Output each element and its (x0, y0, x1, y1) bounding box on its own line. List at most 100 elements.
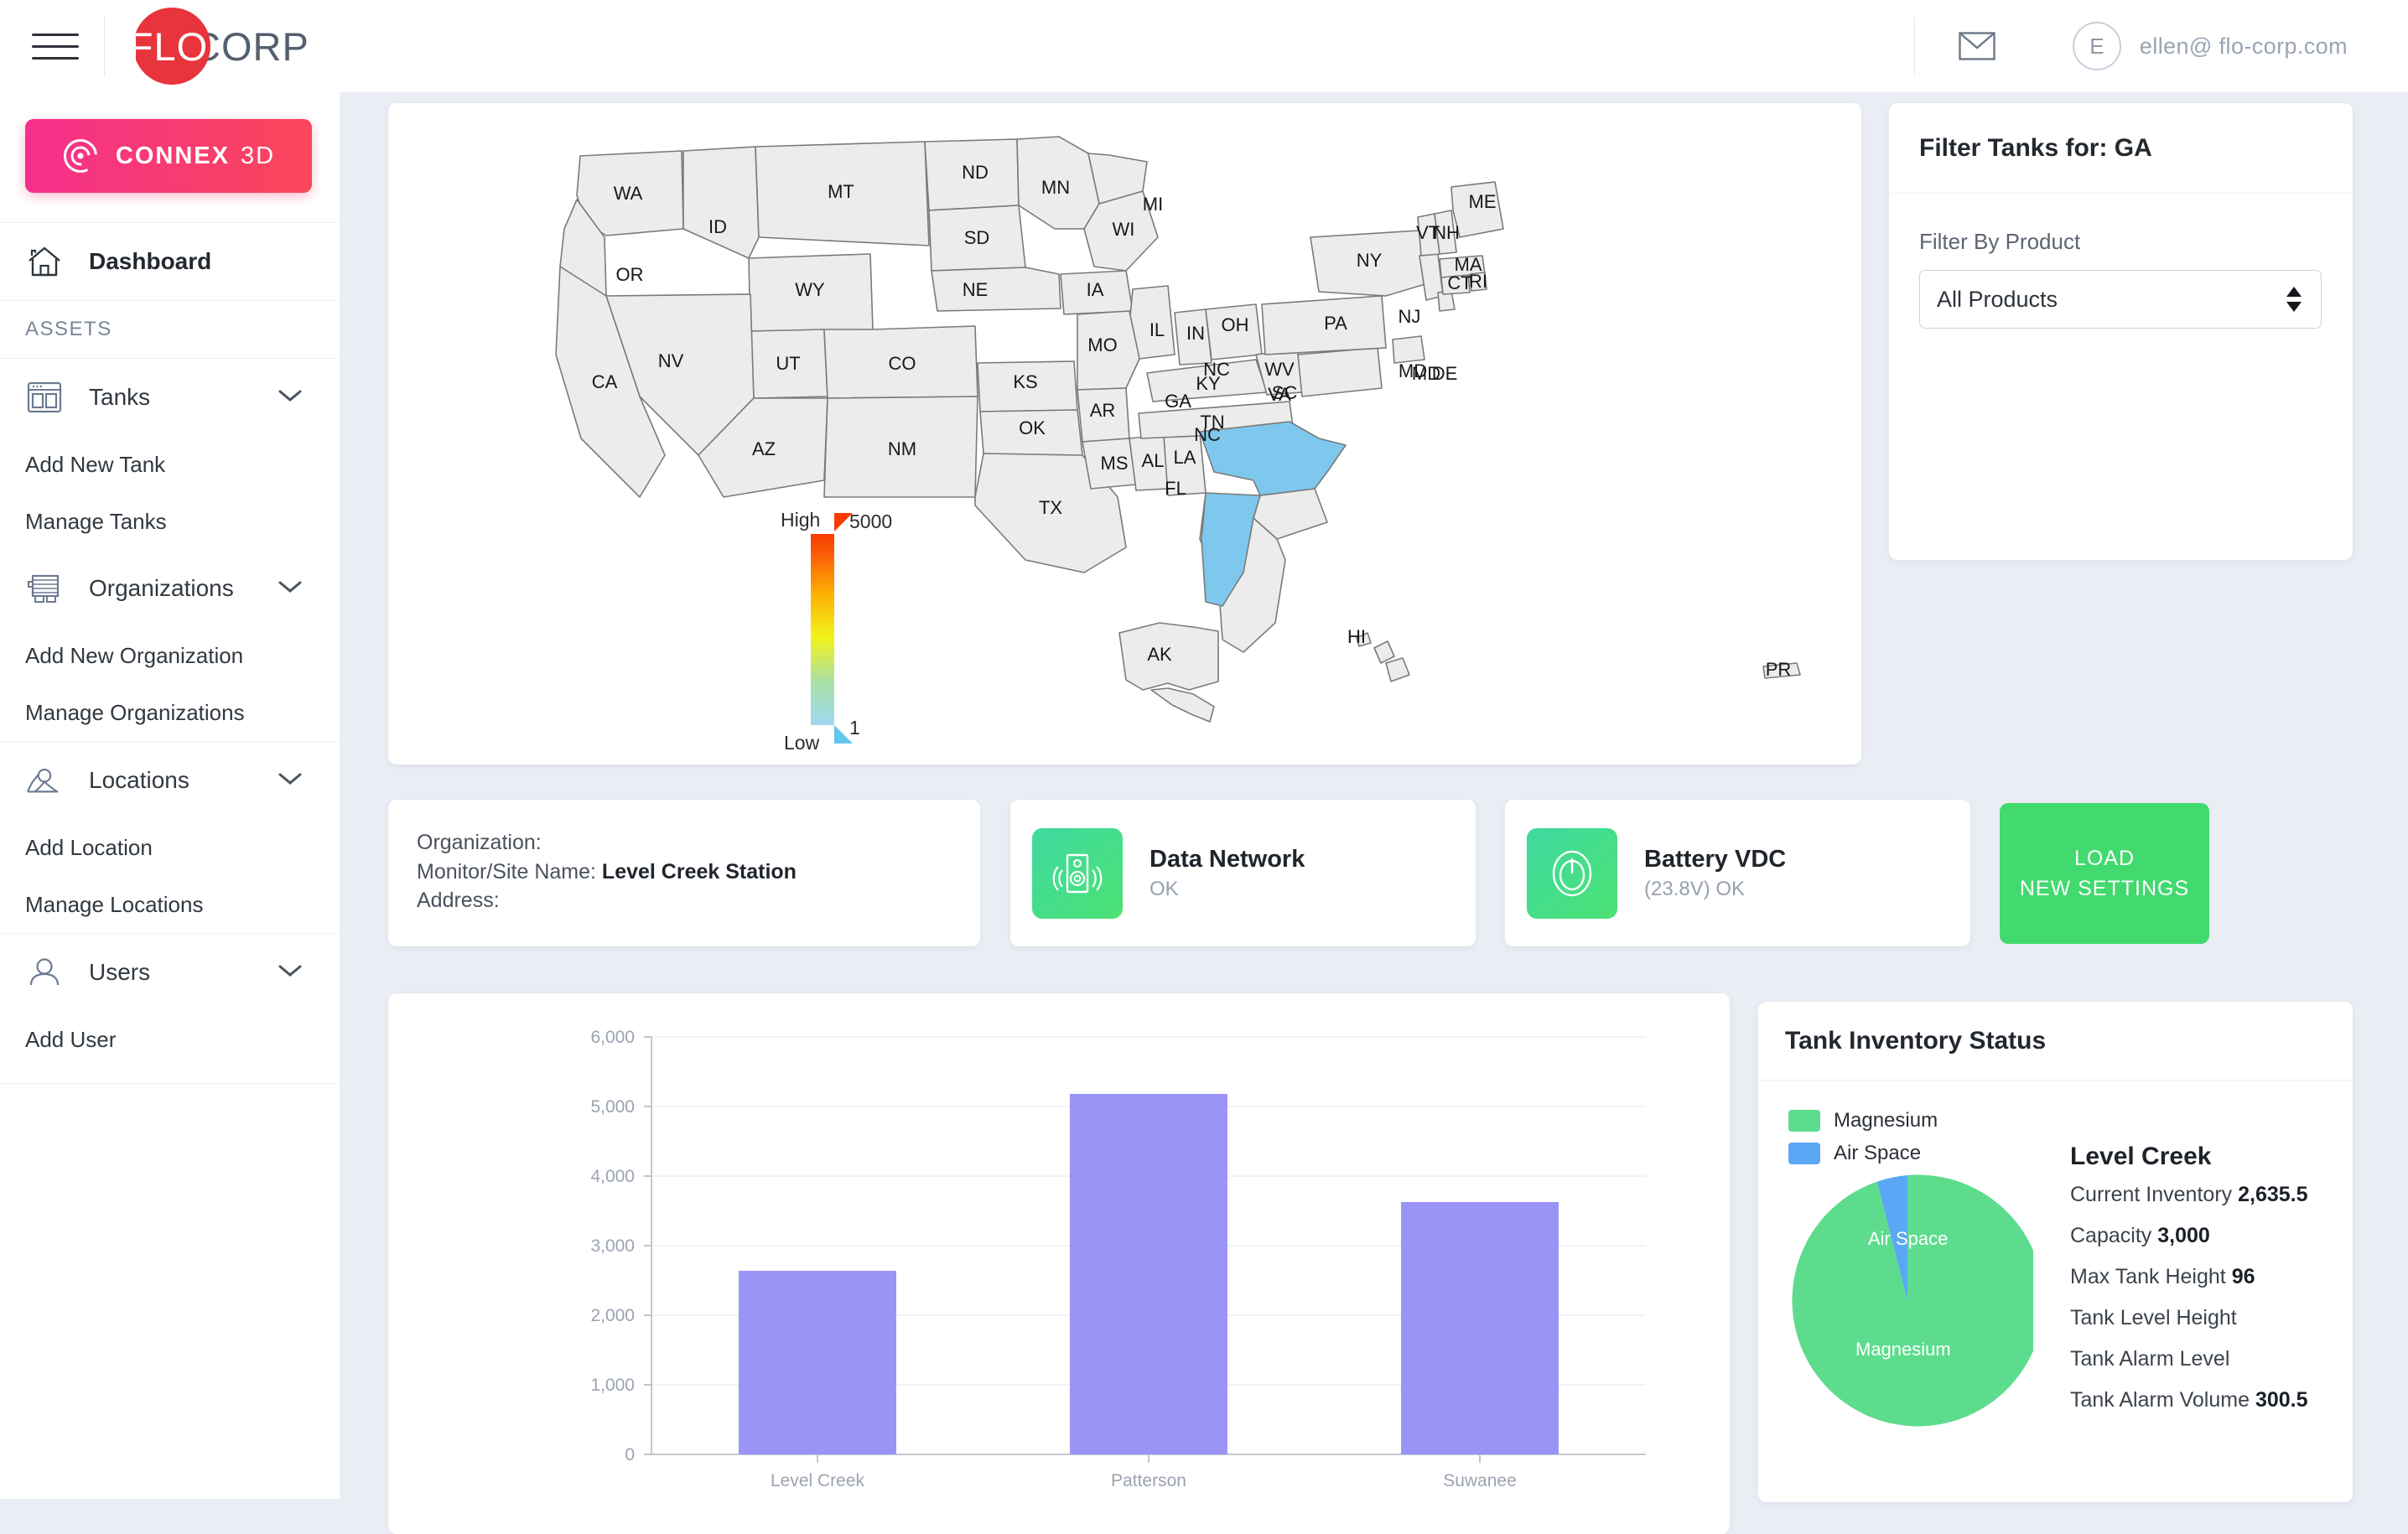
data-network-icon (1032, 828, 1123, 919)
chevron-down-icon[interactable] (278, 963, 303, 982)
svg-text:TX: TX (1039, 497, 1062, 518)
hamburger-icon[interactable] (32, 26, 79, 66)
legend-gradient-bar (811, 534, 834, 725)
svg-text:AR: AR (1090, 400, 1116, 421)
organization-card: Organization: Monitor/Site Name: Level C… (388, 800, 980, 946)
sidebar-item-organizations[interactable]: Organizations (0, 550, 340, 627)
svg-text:AL: AL (1142, 450, 1165, 471)
svg-text:AK: AK (1147, 644, 1172, 665)
filter-panel-title: Filter Tanks for: GA (1919, 134, 2152, 163)
spinner-arrows-icon[interactable] (2286, 287, 2302, 312)
svg-text:UT: UT (776, 353, 800, 374)
sidebar-subitem-manage-locations[interactable]: Manage Locations (0, 876, 340, 933)
app-logo[interactable]: FLO CORP (133, 8, 309, 85)
stat-label: Current Inventory (2070, 1183, 2232, 1206)
stat-value: 96 (2232, 1265, 2255, 1288)
us-map-card: WAORID MTNDSD MNWIMI NEIAIL WYUTCO NVCAA… (388, 103, 1861, 764)
bar-label-patterson: Patterson (1111, 1471, 1186, 1490)
organizations-icon (25, 569, 64, 608)
top-bar: FLO CORP E ellen@ flo-corp.com (0, 0, 2408, 92)
sidebar-item-dashboard[interactable]: Dashboard (0, 223, 340, 300)
chevron-down-icon[interactable] (278, 388, 303, 407)
svg-text:LA: LA (1174, 447, 1196, 468)
sidebar-item-users[interactable]: Users (0, 934, 340, 1011)
sidebar-divider (0, 1083, 340, 1084)
load-button-line1: LOAD (2074, 843, 2135, 873)
monitor-label: Monitor/Site Name: (417, 860, 596, 884)
svg-text:WI: WI (1113, 219, 1135, 240)
chevron-down-icon[interactable] (278, 771, 303, 790)
home-icon (25, 242, 64, 281)
svg-text:MN: MN (1041, 177, 1070, 198)
legend-low-label: Low (784, 732, 819, 754)
us-map[interactable]: WAORID MTNDSD MNWIMI NEIAIL WYUTCO NVCAA… (388, 103, 1861, 764)
inventory-bar-chart[interactable]: 6,000 5,000 4,000 3,000 2,000 1,000 0 Le… (388, 993, 1730, 1534)
legend-item-air-space[interactable]: Air Space (1788, 1142, 1938, 1165)
svg-text:ND: ND (962, 162, 989, 183)
sidebar-subitem-add-location[interactable]: Add Location (0, 819, 340, 876)
address-line: Address: (417, 886, 980, 915)
svg-text:SC: SC (1272, 382, 1298, 403)
sidebar-subitem-add-new-tank[interactable]: Add New Tank (0, 436, 340, 493)
sidebar-section-assets: ASSETS (0, 301, 340, 358)
stat-label: Max Tank Height (2070, 1265, 2226, 1288)
svg-text:GA: GA (1165, 391, 1191, 412)
tank-name: Level Creek (2070, 1143, 2308, 1171)
monitor-value: Level Creek Station (602, 860, 797, 884)
svg-text:NV: NV (658, 350, 684, 371)
logo-circle: FLO (133, 8, 210, 85)
legend-low-value: 1 (849, 717, 860, 739)
tank-pie-chart[interactable]: Magnesium Air Space (1782, 1171, 2033, 1431)
sidebar-subitem-add-user[interactable]: Add User (0, 1011, 340, 1068)
sidebar-item-locations[interactable]: Locations (0, 742, 340, 819)
sidebar-subitem-manage-tanks[interactable]: Manage Tanks (0, 493, 340, 550)
svg-text:FL: FL (1165, 478, 1186, 499)
svg-text:HI: HI (1347, 626, 1366, 647)
chevron-down-icon[interactable] (278, 579, 303, 599)
filter-product-select[interactable]: All Products (1919, 270, 2322, 329)
stat-value: 3,000 (2157, 1224, 2210, 1247)
load-button-line2: NEW SETTINGS (2020, 873, 2189, 904)
svg-text:WA: WA (614, 183, 643, 204)
mail-icon[interactable] (1959, 32, 1995, 60)
sidebar-item-label: Locations (89, 767, 189, 794)
stat-label: Tank Level Height (2070, 1306, 2237, 1329)
svg-text:NC: NC (1203, 359, 1230, 380)
svg-text:MD: MD (1399, 360, 1427, 381)
legend-label-air-space: Air Space (1834, 1142, 1921, 1165)
battery-vdc-title: Battery VDC (1644, 846, 1786, 873)
filter-panel: Filter Tanks for: GA Filter By Product A… (1889, 103, 2353, 560)
organization-line: Organization: (417, 828, 980, 858)
legend-item-magnesium[interactable]: Magnesium (1788, 1109, 1938, 1132)
legend-swatch-magnesium (1788, 1110, 1820, 1132)
user-email[interactable]: ellen@ flo-corp.com (2140, 34, 2348, 60)
svg-text:IL: IL (1150, 319, 1165, 340)
stat-label: Tank Alarm Level (2070, 1347, 2229, 1371)
svg-text:3,000: 3,000 (590, 1236, 635, 1256)
pie-legend: Magnesium Air Space (1788, 1109, 1938, 1174)
battery-vdc-card: Battery VDC (23.8V) OK (1505, 800, 1970, 946)
topbar-right-group: E ellen@ flo-corp.com (1914, 18, 2348, 75)
svg-text:SD: SD (964, 227, 990, 248)
sidebar-item-label: Organizations (89, 575, 234, 602)
sidebar-subitem-manage-organizations[interactable]: Manage Organizations (0, 684, 340, 741)
svg-text:AZ: AZ (752, 438, 776, 459)
svg-text:PA: PA (1324, 313, 1347, 334)
sidebar-subitem-add-new-organization[interactable]: Add New Organization (0, 627, 340, 684)
sidebar-item-tanks[interactable]: Tanks (0, 359, 340, 436)
power-icon (1527, 828, 1617, 919)
svg-text:IN: IN (1186, 323, 1205, 344)
sidebar-item-label: Tanks (89, 384, 150, 411)
topbar-divider (104, 17, 105, 75)
svg-text:1,000: 1,000 (590, 1376, 635, 1395)
svg-text:2,000: 2,000 (590, 1306, 635, 1325)
stat-row-max-tank-height: Max Tank Height 96 (2070, 1265, 2308, 1289)
users-icon (25, 953, 64, 992)
data-network-card: Data Network OK (1010, 800, 1476, 946)
avatar[interactable]: E (2073, 22, 2121, 70)
connex-3d-button[interactable]: CONNEX3D (25, 119, 312, 193)
connex-radar-icon (62, 137, 99, 174)
organization-label: Organization: (417, 831, 542, 854)
load-new-settings-button[interactable]: LOAD NEW SETTINGS (2000, 803, 2209, 944)
stat-row-capacity: Capacity 3,000 (2070, 1224, 2308, 1248)
